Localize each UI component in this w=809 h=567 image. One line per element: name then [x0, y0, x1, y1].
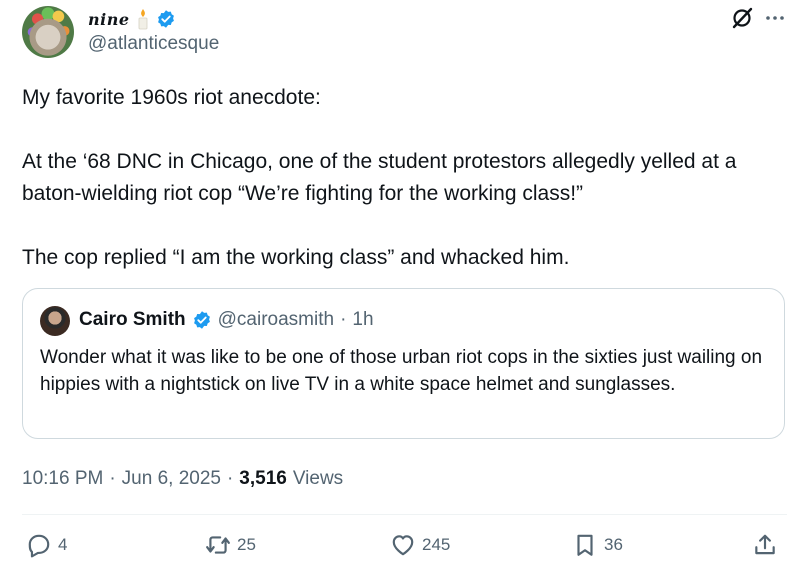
bookmark-button[interactable]: 36	[572, 532, 623, 558]
bookmark-count: 36	[604, 535, 623, 554]
quote-author-name[interactable]: Cairo Smith	[79, 309, 186, 331]
like-icon	[392, 535, 414, 556]
tweet-date[interactable]: Jun 6, 2025	[122, 468, 221, 490]
like-button[interactable]: 245	[390, 532, 450, 558]
views-count: 3,516	[239, 468, 287, 489]
quote-author-handle[interactable]: @cairoasmith	[218, 309, 334, 331]
tweet-time[interactable]: 10:16 PM	[22, 468, 103, 490]
repost-button[interactable]: 25	[205, 532, 256, 558]
share-icon	[755, 534, 775, 555]
meta-separator: ·	[226, 468, 234, 489]
more-icon[interactable]	[763, 6, 787, 30]
action-bar: 4 25 245 36	[22, 532, 787, 562]
tweet-paragraph: My favorite 1960s riot anecdote:	[22, 86, 321, 109]
quote-separator: ·	[340, 309, 347, 330]
quote-timestamp[interactable]: 1h	[352, 309, 373, 331]
author-avatar[interactable]	[22, 6, 74, 58]
verified-icon[interactable]	[156, 9, 176, 29]
tweet-paragraph: The cop replied “I am the working class”…	[22, 246, 570, 269]
quoted-tweet[interactable]: Cairo Smith @cairoasmith · 1h Wonder wha…	[22, 288, 785, 439]
reply-button[interactable]: 4	[26, 532, 67, 558]
like-count: 245	[422, 535, 451, 554]
candle-icon	[136, 8, 150, 30]
repost-count: 25	[237, 535, 256, 554]
repost-icon	[206, 536, 230, 554]
quote-header: Cairo Smith @cairoasmith · 1h	[79, 309, 374, 331]
author-handle[interactable]: @atlanticesque	[88, 33, 219, 55]
tweet-meta: 10:16 PM · Jun 6, 2025 · 3,516 Views	[22, 468, 343, 490]
verified-icon[interactable]	[192, 310, 212, 330]
bookmark-icon	[577, 534, 593, 556]
tweet-text: My favorite 1960s riot anecdote: At the …	[22, 82, 792, 274]
author-name-row: nine	[88, 8, 176, 30]
meta-separator: ·	[109, 468, 116, 489]
views-label: Views	[292, 468, 344, 489]
quote-text: Wonder what it was like to be one of tho…	[40, 347, 763, 395]
reply-count: 4	[58, 535, 68, 554]
quote-author-avatar[interactable]	[40, 306, 70, 336]
divider	[22, 514, 787, 515]
author-display-name[interactable]: nine	[88, 10, 130, 29]
grok-icon[interactable]	[730, 6, 754, 30]
reply-icon	[28, 534, 50, 558]
tweet-paragraph: At the ‘68 DNC in Chicago, one of the st…	[22, 150, 737, 205]
share-button[interactable]	[752, 532, 778, 558]
